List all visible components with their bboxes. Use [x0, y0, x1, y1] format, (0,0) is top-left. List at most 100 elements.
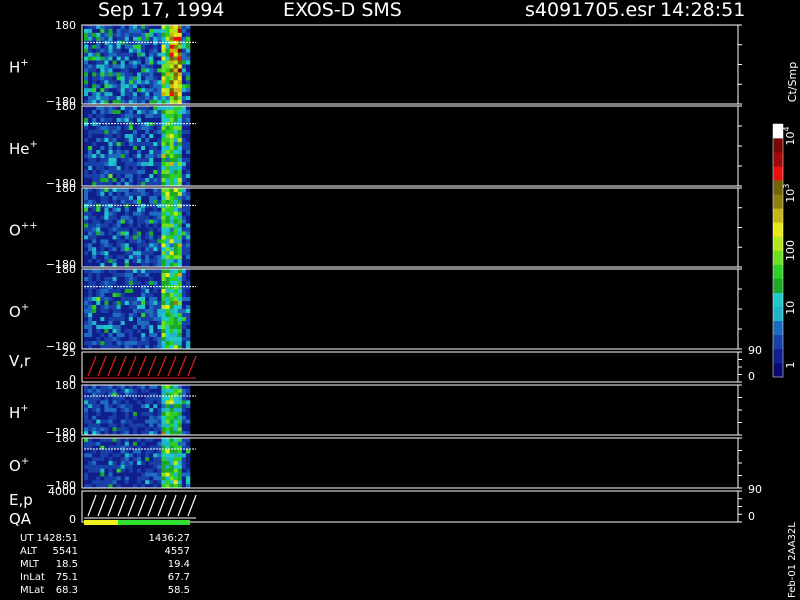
spectrogram-cell	[88, 146, 93, 151]
spectrogram-cell	[88, 408, 93, 413]
spectrogram-cell	[173, 207, 179, 212]
spectrogram-cell	[128, 215, 134, 220]
panel-label: O+	[9, 302, 29, 321]
y-tick-label-top: 180	[55, 182, 76, 195]
spectrogram-cell	[165, 231, 170, 236]
spectrogram-cell	[108, 251, 113, 256]
spectrogram-cell	[169, 154, 174, 159]
spectrogram-cell	[116, 162, 121, 167]
spectrogram-cell	[88, 457, 93, 462]
spectrogram-cell	[153, 427, 158, 432]
spectrogram-cell	[157, 404, 162, 409]
spectrogram-cell	[185, 223, 191, 228]
spectrogram-cell	[161, 441, 166, 446]
spectrogram-cell	[124, 255, 130, 260]
spectrogram-cell	[96, 142, 101, 147]
spectrogram-cell	[92, 56, 97, 61]
spectrogram-cell	[96, 255, 101, 260]
spectrogram-cell	[157, 396, 162, 401]
spectrogram-cell	[92, 195, 97, 201]
spectrogram-cell	[88, 203, 93, 209]
spectrogram-cell	[137, 142, 142, 147]
spectrogram-cell	[104, 329, 109, 334]
colorbar-swatch	[773, 278, 783, 293]
spectrogram-cell	[116, 150, 121, 155]
spectrogram-cell	[141, 92, 146, 97]
spectrogram-cell	[92, 166, 97, 171]
spectrogram-cell	[169, 28, 174, 34]
spectrogram-cell	[161, 56, 166, 61]
spectrogram-cell	[112, 273, 117, 278]
spectrogram-cell	[128, 84, 134, 89]
spectrogram-cell	[116, 388, 121, 393]
spectrogram-cell	[104, 146, 109, 151]
spectrogram-cell	[132, 329, 138, 334]
spectrogram-cell	[92, 174, 97, 179]
spectrogram-cell	[137, 309, 142, 314]
spectrogram-cell	[128, 388, 134, 393]
spectrogram-cell	[84, 404, 89, 409]
spectrogram-cell	[116, 60, 121, 65]
spectrogram-cell	[169, 223, 174, 228]
spectrogram-cell	[88, 118, 93, 123]
spectrogram-cell	[145, 461, 150, 466]
spectrogram-cell	[173, 215, 179, 220]
spectrogram-cell	[153, 122, 158, 127]
spectrogram-cell	[92, 52, 97, 57]
spectrogram-cell	[92, 215, 97, 220]
spectrogram-cell	[181, 219, 187, 224]
spectrogram-cell	[120, 174, 126, 179]
spectrogram-cell	[177, 96, 183, 101]
spectrogram-cell	[104, 301, 109, 306]
spectrogram-cell	[177, 118, 183, 123]
spectrogram-cell	[177, 207, 183, 212]
spectrogram-cell	[153, 333, 158, 338]
spectrogram-cell	[108, 203, 113, 209]
spectrogram-cell	[96, 207, 101, 212]
spectrogram-cell	[132, 166, 138, 171]
spectrogram-cell	[96, 199, 101, 205]
spectrogram-cell	[100, 40, 105, 46]
spectrogram-cell	[169, 293, 174, 298]
spectrogram-cell	[108, 207, 113, 212]
spectrogram-cell	[132, 72, 138, 77]
spectrogram-cell	[181, 80, 187, 85]
spectrogram-cell	[169, 400, 174, 405]
spectrogram-cell	[181, 223, 187, 228]
spectrogram-cell	[108, 32, 113, 38]
spectrogram-cell	[161, 80, 166, 85]
spectrogram-cell	[92, 44, 97, 49]
spectrogram-cell	[124, 317, 130, 322]
spectrogram-cell	[165, 130, 170, 135]
spectrogram-cell	[84, 134, 89, 139]
spectrogram-cell	[169, 247, 174, 252]
spectrogram-cell	[84, 40, 89, 46]
spectrogram-cell	[149, 285, 154, 290]
panel-label-text: E,p	[9, 491, 33, 509]
spectrogram-cell	[132, 472, 138, 477]
spectrogram-cell	[120, 227, 126, 232]
spectrogram-cell	[153, 195, 158, 201]
spectrogram-cell	[120, 457, 126, 462]
spectrogram-cell	[88, 166, 93, 171]
spectrogram-cell	[173, 251, 179, 256]
spectrogram-cell	[173, 309, 179, 314]
spectrogram-cell	[124, 457, 130, 462]
spectrogram-cell	[145, 285, 150, 290]
spectrogram-cell	[149, 138, 154, 143]
spectrogram-cell	[153, 76, 158, 81]
spectrogram-cell	[120, 96, 126, 101]
spectrogram-cell	[161, 195, 166, 201]
spectrogram-cell	[108, 195, 113, 201]
spectrogram-cell	[145, 64, 150, 69]
spectrogram-cell	[116, 48, 121, 53]
spectrogram-cell	[185, 419, 191, 424]
spectrogram-cell	[153, 438, 158, 443]
panel-label: H+	[9, 403, 29, 422]
spectrogram-cell	[128, 231, 134, 236]
colorbar-swatch	[773, 222, 783, 237]
spectrogram-cell	[116, 178, 121, 183]
spectrogram-cell	[116, 273, 121, 278]
panel-0: 180−180H+	[9, 19, 742, 108]
spectrogram-cell	[149, 188, 154, 193]
